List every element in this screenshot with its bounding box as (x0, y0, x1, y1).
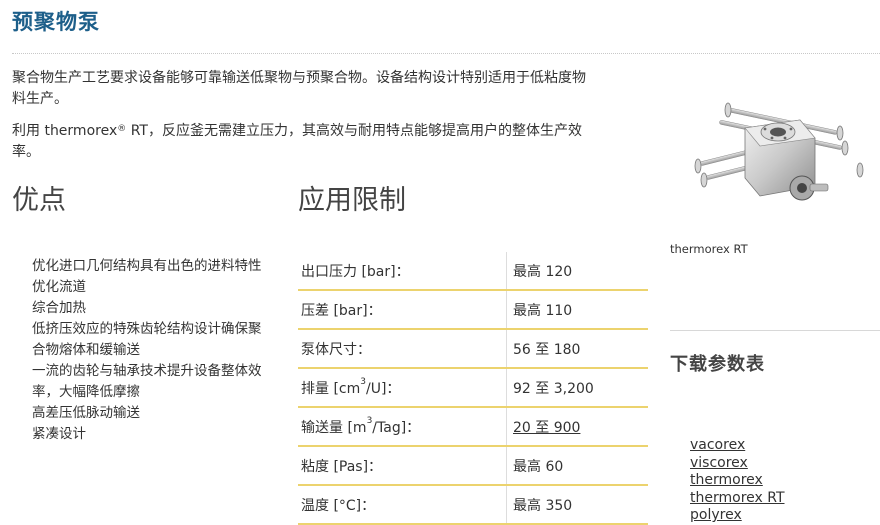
sidebar-divider (670, 330, 880, 331)
advantage-item: 优化进口几何结构具有出色的进料特性 (32, 258, 262, 274)
param-cell: 出口压力 [bar]： (298, 252, 507, 291)
download-item: thermorex RT (690, 490, 785, 508)
param-cell: 排量 [cm3/U]： (298, 368, 507, 408)
page-title: 预聚物泵 (12, 10, 100, 34)
table-row: 排量 [cm3/U]： 92 至 3,200 (298, 368, 648, 408)
download-link-thermorex-rt[interactable]: thermorex RT (690, 490, 785, 506)
intro-text-before: 利用 thermorex (12, 123, 118, 139)
intro-paragraph-1: 聚合物生产工艺要求设备能够可靠输送低聚物与预聚合物。设备结构设计特别适用于低粘度… (12, 70, 586, 107)
limits-heading: 应用限制 (298, 185, 406, 216)
advantage-item: 紧凑设计 (32, 426, 86, 442)
title-divider (12, 53, 880, 54)
download-link-polyrex[interactable]: polyrex (690, 507, 742, 523)
download-link-thermorex[interactable]: thermorex (690, 472, 763, 488)
table-row: 压差 [bar]： 最高 110 (298, 290, 648, 330)
download-list: vacorex viscorex thermorex thermorex RT … (690, 437, 785, 525)
value-cell: 92 至 3,200 (506, 368, 648, 408)
download-heading: 下载参数表 (670, 354, 765, 375)
table-row: 输送量 [m3/Tag]： 20 至 900 (298, 407, 648, 447)
registered-mark: ® (117, 124, 127, 134)
superscript: 3 (366, 415, 373, 426)
intro-paragraph-2: 利用 thermorex® RT，反应釜无需建立压力，其高效与耐用特点能够提高用… (12, 121, 592, 163)
param-cell: 温度 [°C]： (298, 485, 507, 525)
value-cell: 20 至 900 (506, 407, 648, 447)
download-link-viscorex[interactable]: viscorex (690, 455, 748, 471)
throughput-link[interactable]: 20 至 900 (513, 420, 580, 436)
value-cell: 最高 120 (506, 252, 648, 291)
value-cell: 最高 350 (506, 485, 648, 525)
download-item: thermorex (690, 472, 785, 490)
download-item: viscorex (690, 455, 785, 473)
param-text: /U]： (365, 380, 401, 397)
param-text: 排量 [cm (301, 380, 361, 397)
param-cell: 输送量 [m3/Tag]： (298, 407, 507, 447)
download-link-vacorex[interactable]: vacorex (690, 437, 745, 453)
value-cell: 56 至 180 (506, 329, 648, 369)
table-row: 泵体尺寸： 56 至 180 (298, 329, 648, 369)
superscript: 3 (360, 376, 366, 387)
advantage-item: 一流的齿轮与轴承技术提升设备整体效率，大幅降低摩擦 (32, 363, 262, 400)
table-row: 温度 [°C]： 最高 350 (298, 485, 648, 525)
download-item: vacorex (690, 437, 785, 455)
advantage-item: 高差压低脉动输送 (32, 405, 140, 421)
advantage-item: 综合加热 (32, 300, 86, 316)
advantages-heading: 优点 (12, 185, 66, 216)
product-caption: thermorex RT (670, 242, 748, 256)
advantage-item: 低挤压效应的特殊齿轮结构设计确保聚合物熔体和缓输送 (32, 321, 262, 358)
download-item: polyrex (690, 507, 785, 525)
param-text: 输送量 [m (301, 419, 367, 436)
value-cell: 最高 110 (506, 290, 648, 330)
table-row: 粘度 [Pas]： 最高 60 (298, 446, 648, 486)
table-row: 出口压力 [bar]： 最高 120 (298, 252, 648, 291)
limits-table: 出口压力 [bar]： 最高 120 压差 [bar]： 最高 110 泵体尺寸… (298, 252, 648, 525)
value-cell: 最高 60 (506, 446, 648, 486)
advantage-item: 优化流道 (32, 279, 86, 295)
advantages-list: 优化进口几何结构具有出色的进料特性 优化流道 综合加热 低挤压效应的特殊齿轮结构… (32, 256, 272, 445)
param-cell: 泵体尺寸： (298, 329, 507, 369)
param-cell: 粘度 [Pas]： (298, 446, 507, 486)
product-image (694, 102, 864, 201)
param-cell: 压差 [bar]： (298, 290, 507, 330)
param-text: /Tag]： (372, 419, 421, 436)
